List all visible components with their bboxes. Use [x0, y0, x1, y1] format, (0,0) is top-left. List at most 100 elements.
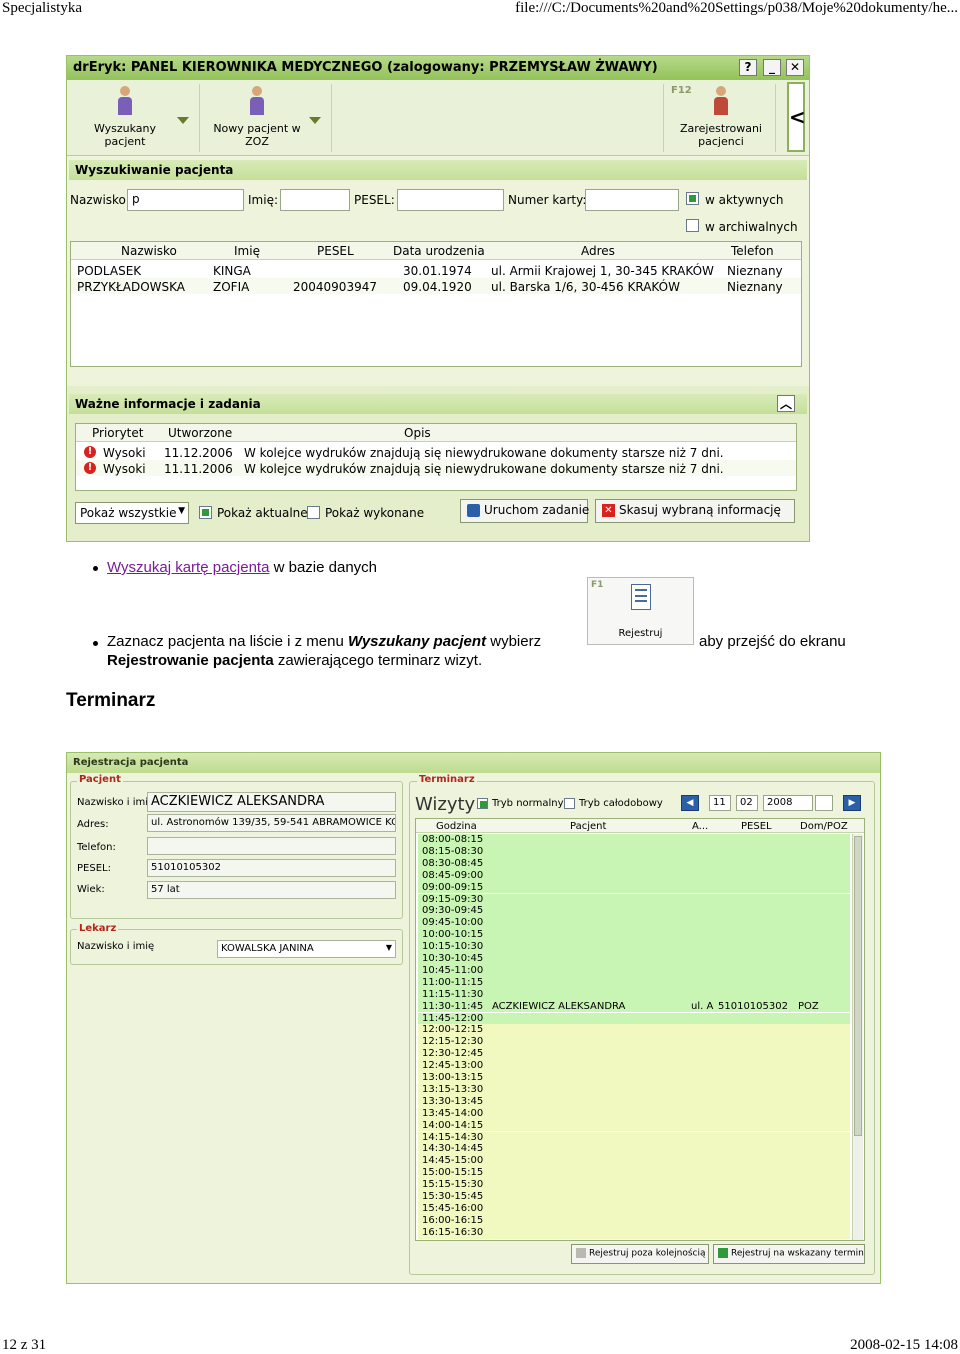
allday-mode-checkbox[interactable] — [564, 798, 575, 809]
schedule-row[interactable]: 15:15-15:30 — [418, 1179, 850, 1191]
col-header[interactable]: A... — [692, 821, 708, 832]
minimize-button[interactable]: _ — [763, 59, 781, 76]
schedule-row[interactable]: 12:45-13:00 — [418, 1060, 850, 1072]
age-field[interactable]: 57 lat — [147, 881, 396, 899]
slot-time: 11:45-12:00 — [422, 1012, 484, 1024]
month-input[interactable]: 02 — [736, 795, 758, 811]
table-row[interactable]: ! Wysoki 11.11.2006 W kolejce wydruków z… — [76, 460, 796, 476]
day-input[interactable]: 11 — [709, 795, 731, 811]
cell-description: W kolejce wydruków znajdują się niewydru… — [244, 462, 724, 476]
schedule-row[interactable]: 15:45-16:00 — [418, 1202, 850, 1215]
schedule-row[interactable]: 16:00-16:15 — [418, 1214, 850, 1227]
schedule-row[interactable]: 09:45-10:00 — [418, 917, 850, 930]
schedule-row[interactable]: 14:30-14:45 — [418, 1143, 850, 1156]
chevron-down-icon: ▼ — [385, 943, 392, 952]
found-patient-button[interactable]: Wyszukany pacjent — [73, 86, 177, 152]
dropdown-arrow-icon[interactable] — [309, 117, 321, 124]
surname-input[interactable]: p — [127, 189, 244, 211]
table-row[interactable]: PODLASEK KINGA 30.01.1974 ul. Armii Kraj… — [71, 262, 801, 278]
schedule-row[interactable]: 13:15-13:30 — [418, 1083, 850, 1096]
slot-time: 12:45-13:00 — [422, 1060, 484, 1072]
pesel-input[interactable] — [397, 189, 504, 211]
collapse-side-tab[interactable]: < — [787, 82, 806, 152]
show-current-checkbox[interactable] — [199, 506, 212, 519]
page-header-title: Specjalistyka — [2, 0, 82, 16]
schedule-row[interactable]: 08:30-08:45 — [418, 857, 850, 870]
run-task-button[interactable]: Uruchom zadanie — [460, 499, 589, 523]
col-header[interactable]: Godzina — [436, 821, 477, 832]
next-day-arrow-icon[interactable]: ▶ — [843, 795, 861, 811]
schedule-row[interactable]: 12:30-12:45 — [418, 1048, 850, 1061]
col-header[interactable]: Pacjent — [570, 821, 606, 832]
schedule-row[interactable]: 08:45-09:00 — [418, 869, 850, 882]
col-header[interactable]: Nazwisko — [121, 244, 177, 258]
schedule-row[interactable]: 09:15-09:30 — [418, 893, 850, 906]
registered-patients-button[interactable]: Zarejestrowani pacjenci — [673, 86, 769, 152]
calendar-icon[interactable] — [815, 795, 833, 811]
search-card-link[interactable]: Wyszukaj kartę pacjenta — [107, 559, 269, 576]
schedule-row[interactable]: 10:15-10:30 — [418, 941, 850, 953]
normal-mode-label: Tryb normalny — [492, 798, 564, 809]
delete-info-button[interactable]: ✕ Skasuj wybraną informację — [595, 499, 795, 523]
schedule-row[interactable]: 14:45-15:00 — [418, 1155, 850, 1168]
name-input[interactable] — [280, 189, 350, 211]
register-at-time-button[interactable]: Rejestruj na wskazany termin — [713, 1244, 865, 1264]
schedule-row[interactable]: 13:30-13:45 — [418, 1095, 850, 1108]
schedule-row[interactable]: 13:45-14:00 — [418, 1107, 850, 1120]
archived-checkbox[interactable] — [686, 219, 699, 232]
new-patient-button[interactable]: Nowy pacjent w ZOZ — [212, 86, 302, 152]
collapse-up-icon[interactable]: ︿ — [777, 395, 795, 412]
address-field[interactable]: ul. Astronomów 139/35, 59-541 ABRAMOWICE… — [147, 814, 396, 832]
col-header[interactable]: Priorytet — [92, 426, 143, 440]
register-out-of-order-button[interactable]: Rejestruj poza kolejnością — [571, 1244, 709, 1264]
normal-mode-checkbox[interactable] — [477, 798, 488, 809]
col-header[interactable]: PESEL — [741, 821, 772, 832]
table-row[interactable]: ! Wysoki 11.12.2006 W kolejce wydruków z… — [76, 444, 796, 460]
filter-select[interactable]: Pokaż wszystkie ▼ — [75, 502, 189, 524]
schedule-row[interactable]: 12:15-12:30 — [418, 1036, 850, 1049]
schedule-row[interactable]: 16:15-16:30 — [418, 1226, 850, 1239]
year-input[interactable]: 2008 — [763, 795, 813, 811]
patient-name-field[interactable]: ACZKIEWICZ ALEKSANDRA — [147, 792, 396, 812]
schedule-row[interactable]: 10:45-11:00 — [418, 964, 850, 977]
schedule-row[interactable]: 09:30-09:45 — [418, 905, 850, 918]
table-row[interactable]: PRZYKŁADOWSKA ZOFIA 20040903947 09.04.19… — [71, 278, 801, 294]
phone-field[interactable] — [147, 837, 396, 855]
schedule-row[interactable]: 15:30-15:45 — [418, 1191, 850, 1203]
col-header[interactable]: Dom/POZ — [800, 821, 848, 832]
pesel-field[interactable]: 51010105302 — [147, 859, 396, 877]
results-header: Nazwisko Imię PESEL Data urodzenia Adres… — [71, 242, 801, 260]
close-button[interactable]: ✕ — [786, 59, 804, 76]
schedule-row[interactable]: 08:00-08:15 — [418, 834, 850, 846]
schedule-row[interactable]: 11:00-11:15 — [418, 976, 850, 989]
schedule-row[interactable]: 10:00-10:15 — [418, 929, 850, 942]
person-icon — [118, 86, 132, 116]
slot-time: 11:15-11:30 — [422, 988, 484, 1000]
schedule-row[interactable]: 09:00-09:15 — [418, 881, 850, 894]
col-header[interactable]: Telefon — [731, 244, 774, 258]
help-button[interactable]: ? — [739, 59, 757, 76]
card-number-input[interactable] — [585, 189, 679, 211]
schedule-row[interactable]: 11:30-11:45 ACZKIEWICZ ALEKSANDRA ul. A 510… — [418, 1000, 850, 1013]
dropdown-arrow-icon[interactable] — [177, 117, 189, 124]
schedule-row[interactable]: 12:00-12:15 — [418, 1024, 850, 1037]
show-done-checkbox[interactable] — [307, 506, 320, 519]
col-header[interactable]: PESEL — [317, 244, 354, 258]
schedule-row[interactable]: 14:15-14:30 — [418, 1131, 850, 1144]
prev-day-arrow-icon[interactable]: ◀ — [681, 795, 699, 811]
col-header[interactable]: Data urodzenia — [393, 244, 485, 258]
active-checkbox[interactable] — [686, 192, 699, 205]
col-header[interactable]: Opis — [404, 426, 431, 440]
col-header[interactable]: Adres — [581, 244, 615, 258]
col-header[interactable]: Imię — [234, 244, 260, 258]
schedule-row[interactable]: 11:15-11:30 — [418, 988, 850, 1001]
schedule-row[interactable]: 08:15-08:30 — [418, 845, 850, 858]
doctor-select[interactable]: KOWALSKA JANINA ▼ — [217, 940, 396, 958]
schedule-row[interactable]: 15:00-15:15 — [418, 1167, 850, 1180]
scrollbar[interactable] — [852, 834, 863, 1240]
schedule-row[interactable]: 13:00-13:15 — [418, 1072, 850, 1084]
col-header[interactable]: Utworzone — [168, 426, 232, 440]
schedule-row[interactable]: 11:45-12:00 — [418, 1012, 850, 1025]
schedule-row[interactable]: 10:30-10:45 — [418, 953, 850, 965]
schedule-row[interactable]: 14:00-14:15 — [418, 1119, 850, 1132]
